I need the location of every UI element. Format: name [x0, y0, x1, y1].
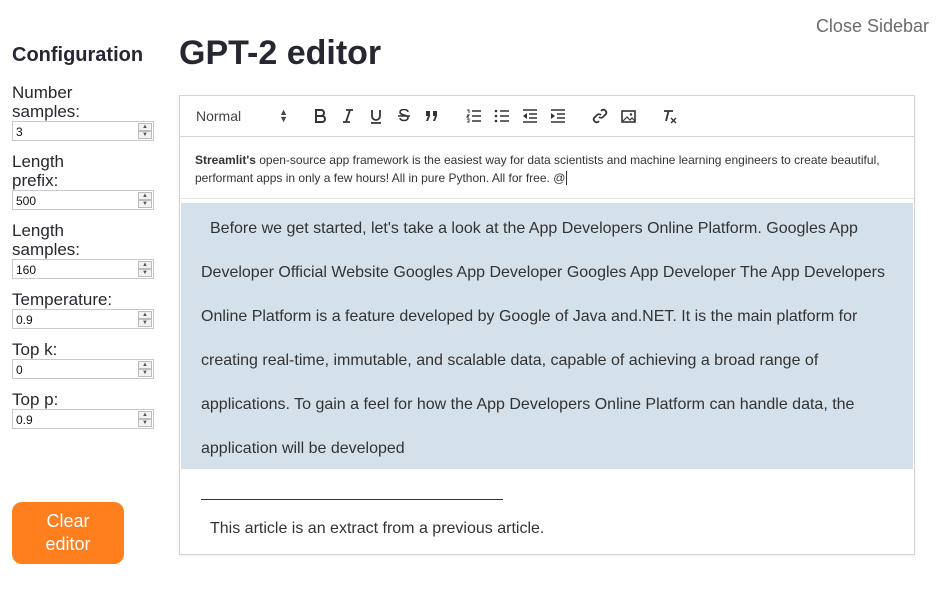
generated-line: creating real-time, immutable, and scala… [201, 352, 819, 369]
close-sidebar-link[interactable]: Close Sidebar [816, 16, 929, 37]
increment-icon[interactable]: ▲ [138, 192, 152, 200]
decrement-icon[interactable]: ▼ [138, 200, 152, 208]
field-label: Length samples: [12, 221, 81, 259]
decrement-icon[interactable]: ▼ [138, 319, 152, 327]
clear-editor-button[interactable]: Clear editor [12, 502, 124, 564]
generated-line: application will be developed [201, 440, 405, 457]
stepper[interactable]: ▲ ▼ [138, 311, 152, 327]
italic-button[interactable] [334, 104, 362, 128]
generated-line: Online Platform is a feature developed b… [201, 308, 858, 325]
underline-icon [371, 109, 381, 124]
length-prefix-input[interactable]: 500 ▲ ▼ [12, 190, 154, 210]
bold-icon [315, 109, 326, 123]
bullet-list-icon [494, 109, 509, 123]
format-select-value: Normal [196, 108, 242, 124]
prompt-rest-text: open-source app framework is the easiest… [195, 153, 880, 185]
page-title: GPT-2 editor [179, 34, 382, 72]
increment-icon[interactable]: ▲ [138, 411, 152, 419]
strikethrough-icon [398, 109, 410, 122]
length-samples-input[interactable]: 160 ▲ ▼ [12, 259, 154, 279]
input-value: 3 [16, 125, 23, 139]
field-temperature: Temperature: 0.9 ▲ ▼ [12, 290, 157, 329]
increment-icon[interactable]: ▲ [138, 123, 152, 131]
field-number-samples: Number samples: 3 ▲ ▼ [12, 83, 157, 141]
field-top-k: Top k: 0 ▲ ▼ [12, 340, 157, 379]
text-cursor [566, 171, 568, 185]
stepper[interactable]: ▲ ▼ [138, 361, 152, 377]
field-length-prefix: Length prefix: 500 ▲ ▼ [12, 152, 157, 210]
input-value: 0.9 [16, 313, 33, 327]
field-label: Temperature: [12, 290, 113, 309]
generated-line: Before we get started, let's take a look… [210, 220, 858, 237]
blockquote-button[interactable] [418, 104, 446, 128]
footer-text[interactable]: This article is an extract from a previo… [210, 520, 914, 538]
link-button[interactable] [586, 104, 614, 128]
input-value: 0 [16, 363, 23, 377]
number-samples-input[interactable]: 3 ▲ ▼ [12, 121, 154, 141]
stepper[interactable]: ▲ ▼ [138, 192, 152, 208]
increment-icon[interactable]: ▲ [138, 311, 152, 319]
clear-format-button[interactable] [656, 104, 684, 128]
image-button[interactable] [614, 104, 642, 128]
editor-toolbar: Normal ▲ ▼ [180, 96, 914, 137]
decrement-icon[interactable]: ▼ [138, 131, 152, 139]
sidebar-title: Configuration [12, 44, 144, 66]
top-k-input[interactable]: 0 ▲ ▼ [12, 359, 154, 379]
italic-icon [343, 109, 353, 123]
underline-button[interactable] [362, 104, 390, 128]
ordered-list-button[interactable] [460, 104, 488, 128]
sidebar: Configuration Number samples: 3 ▲ ▼ Lengt… [12, 44, 157, 440]
field-label: Length prefix: [12, 152, 64, 190]
decrement-icon[interactable]: ▼ [138, 269, 152, 277]
input-value: 0.9 [16, 413, 33, 427]
generated-text-block[interactable]: Before we get started, let's take a look… [181, 203, 913, 469]
field-label: Number samples: [12, 83, 81, 121]
field-label: Top p: [12, 390, 59, 409]
outdent-icon [523, 109, 537, 123]
generated-line: Developer Official Website Googles App D… [201, 264, 885, 281]
link-icon [592, 108, 608, 124]
format-select[interactable]: Normal ▲ ▼ [196, 107, 288, 125]
stepper[interactable]: ▲ ▼ [138, 411, 152, 427]
decrement-icon[interactable]: ▼ [138, 369, 152, 377]
field-length-samples: Length samples: 160 ▲ ▼ [12, 221, 157, 279]
horizontal-rule [201, 499, 503, 500]
input-value: 160 [16, 263, 37, 277]
select-arrows-icon: ▲ ▼ [279, 107, 288, 124]
clear-format-icon [664, 109, 677, 123]
bullet-list-button[interactable] [488, 104, 516, 128]
prompt-text[interactable]: Streamlit's open-source app framework is… [180, 137, 914, 199]
outdent-button[interactable] [516, 104, 544, 128]
field-top-p: Top p: 0.9 ▲ ▼ [12, 390, 157, 429]
ordered-list-icon [466, 109, 481, 123]
input-value: 500 [16, 194, 37, 208]
quote-icon [426, 111, 437, 121]
prompt-bold-text: Streamlit's [195, 153, 256, 167]
indent-icon [551, 109, 565, 123]
image-icon [620, 109, 636, 123]
increment-icon[interactable]: ▲ [138, 261, 152, 269]
decrement-icon[interactable]: ▼ [138, 419, 152, 427]
increment-icon[interactable]: ▲ [138, 361, 152, 369]
stepper[interactable]: ▲ ▼ [138, 123, 152, 139]
strike-button[interactable] [390, 104, 418, 128]
top-p-input[interactable]: 0.9 ▲ ▼ [12, 409, 154, 429]
field-label: Top k: [12, 340, 58, 359]
bold-button[interactable] [306, 104, 334, 128]
stepper[interactable]: ▲ ▼ [138, 261, 152, 277]
rich-text-editor[interactable]: Normal ▲ ▼ Streamlit's open-source app f… [179, 95, 915, 555]
indent-button[interactable] [544, 104, 572, 128]
temperature-input[interactable]: 0.9 ▲ ▼ [12, 309, 154, 329]
generated-line: applications. To gain a feel for how the… [201, 396, 855, 413]
